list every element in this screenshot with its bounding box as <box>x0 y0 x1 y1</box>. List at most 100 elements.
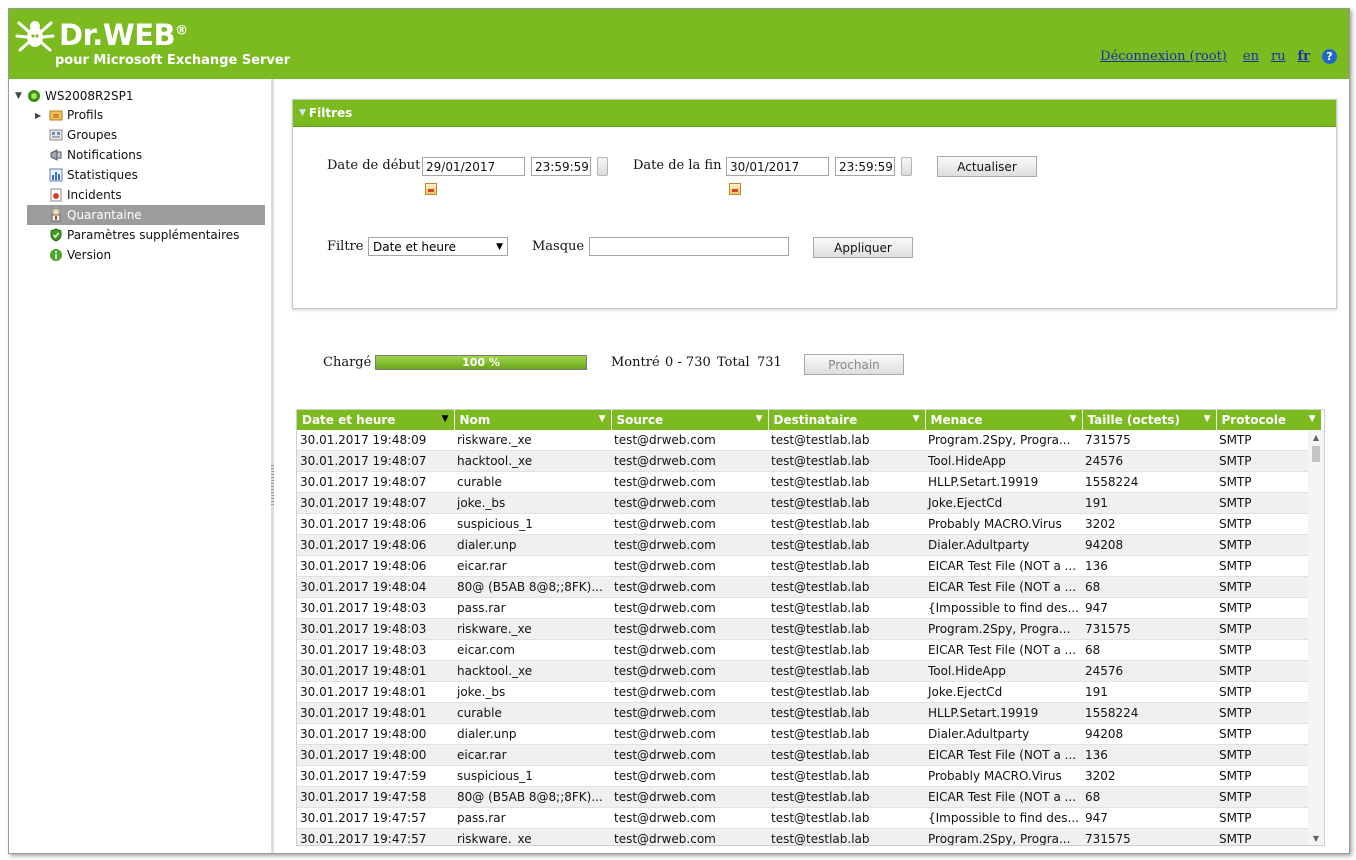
cell-recipient: test@testlab.lab <box>768 744 925 766</box>
sort-arrow-icon[interactable]: ▼ <box>442 414 449 424</box>
table-row[interactable]: 30.01.2017 19:47:58 80@ (B5AB 8@8;;8FK)..… <box>297 786 1321 808</box>
mask-input[interactable] <box>589 237 789 256</box>
scroll-up-icon[interactable]: ▲ <box>1308 430 1324 444</box>
cell-recipient: test@testlab.lab <box>768 450 925 472</box>
cell-threat: HLLP.Setart.19919 <box>925 702 1082 724</box>
cell-source: test@drweb.com <box>611 660 768 682</box>
column-header-source[interactable]: Source ▼ <box>611 410 769 430</box>
cell-source: test@drweb.com <box>611 723 768 745</box>
collapse-arrow-icon[interactable]: ▼ <box>299 108 306 118</box>
dropdown-arrow-icon: ▼ <box>496 241 503 252</box>
table-row[interactable]: 30.01.2017 19:48:07 joke._bs test@drweb.co… <box>297 492 1321 514</box>
table-row[interactable]: 30.01.2017 19:48:07 hacktool._xe test@drwe… <box>297 450 1321 472</box>
sort-arrow-icon[interactable]: ▼ <box>599 414 606 424</box>
header-links: Déconnexion (root) en ru fr ? <box>1088 49 1337 64</box>
table-row[interactable]: 30.01.2017 19:48:09 riskware._xe test@drwe… <box>297 430 1321 451</box>
sidebar-item-incidents[interactable]: Incidents <box>27 185 265 205</box>
cell-name: 80@ (B5AB 8@8;;8FK)... <box>454 576 611 598</box>
next-button[interactable]: Prochain <box>804 354 904 375</box>
filter-select[interactable]: Date et heure ▼ <box>368 237 508 256</box>
sidebar-item-groupes[interactable]: Groupes <box>27 125 265 145</box>
column-header-name[interactable]: Nom ▼ <box>454 410 612 430</box>
logout-link[interactable]: Déconnexion (root) <box>1100 49 1227 64</box>
sidebar-item-version[interactable]: Version <box>27 245 265 265</box>
sort-arrow-icon[interactable]: ▼ <box>1070 414 1077 424</box>
table-row[interactable]: 30.01.2017 19:48:01 hacktool._xe test@drwe… <box>297 660 1321 682</box>
help-icon[interactable]: ? <box>1322 49 1337 64</box>
table-row[interactable]: 30.01.2017 19:48:04 80@ (B5AB 8@8;;8FK)..… <box>297 576 1321 598</box>
cell-recipient: test@testlab.lab <box>768 723 925 745</box>
column-header-size[interactable]: Taille (octets) ▼ <box>1082 410 1217 430</box>
column-header-protocol[interactable]: Protocole ▼ <box>1216 410 1322 430</box>
cell-source: test@drweb.com <box>611 576 768 598</box>
filters-header[interactable]: ▼ Filtres <box>293 100 1336 127</box>
column-header-recipient[interactable]: Destinataire ▼ <box>768 410 926 430</box>
cell-size: 68 <box>1082 576 1216 598</box>
cell-name: riskware._xe <box>454 430 611 451</box>
table-row[interactable]: 30.01.2017 19:48:06 eicar.rar test@drweb.c… <box>297 555 1321 577</box>
end-calendar-icon[interactable] <box>729 183 741 195</box>
vertical-scrollbar[interactable]: ▲ ▼ <box>1308 430 1324 845</box>
start-calendar-icon[interactable] <box>425 183 437 195</box>
sidebar-item-notifications[interactable]: Notifications <box>27 145 265 165</box>
column-header-threat[interactable]: Menace ▼ <box>925 410 1083 430</box>
table-row[interactable]: 30.01.2017 19:47:57 pass.rar test@drweb.co… <box>297 807 1321 829</box>
cell-source: test@drweb.com <box>611 555 768 577</box>
start-time-field[interactable]: 23:59:59 <box>531 157 591 176</box>
cell-threat: {Impossible to find des... <box>925 597 1082 619</box>
sidebar-item-statistiques[interactable]: Statistiques <box>27 165 265 185</box>
cell-source: test@drweb.com <box>611 744 768 766</box>
table-row[interactable]: 30.01.2017 19:48:01 joke._bs test@drweb.co… <box>297 681 1321 703</box>
cell-date: 30.01.2017 19:48:07 <box>297 450 454 472</box>
sort-arrow-icon[interactable]: ▼ <box>1204 414 1211 424</box>
column-header-date[interactable]: Date et heure ▼ <box>297 410 455 430</box>
table-row[interactable]: 30.01.2017 19:48:03 pass.rar test@drweb.co… <box>297 597 1321 619</box>
load-progress-bar: 100 % <box>375 355 587 370</box>
cell-recipient: test@testlab.lab <box>768 660 925 682</box>
lang-fr-link[interactable]: fr <box>1298 49 1310 64</box>
end-date-field[interactable]: 30/01/2017 <box>726 157 829 176</box>
apply-button[interactable]: Appliquer <box>813 237 913 258</box>
sort-arrow-icon[interactable]: ▼ <box>913 414 920 424</box>
table-row[interactable]: 30.01.2017 19:48:00 eicar.rar test@drweb.c… <box>297 744 1321 766</box>
cell-protocol: SMTP <box>1216 744 1321 766</box>
sort-arrow-icon[interactable]: ▼ <box>1309 414 1316 424</box>
table-row[interactable]: 30.01.2017 19:48:00 dialer.unp test@drweb.… <box>297 723 1321 745</box>
end-date-label: Date de la fin <box>633 158 722 173</box>
sidebar-item-profils[interactable]: ▶ Profils <box>27 105 265 125</box>
table-row[interactable]: 30.01.2017 19:48:03 eicar.com test@drweb.c… <box>297 639 1321 661</box>
cell-threat: Program.2Spy, Progra... <box>925 618 1082 640</box>
collapse-toggle-icon[interactable]: ▼ <box>15 91 27 101</box>
start-date-label: Date de début <box>327 158 421 173</box>
sidebar-item-quarantaine[interactable]: Quarantaine <box>27 205 265 225</box>
sort-arrow-icon[interactable]: ▼ <box>756 414 763 424</box>
lang-en-link[interactable]: en <box>1243 49 1259 64</box>
cell-source: test@drweb.com <box>611 639 768 661</box>
table-row[interactable]: 30.01.2017 19:48:06 suspicious_1 test@drwe… <box>297 513 1321 535</box>
refresh-button[interactable]: Actualiser <box>937 156 1037 177</box>
shield-icon <box>49 228 63 242</box>
tree-root-server[interactable]: ▼ WS2008R2SP1 <box>15 87 133 105</box>
cell-source: test@drweb.com <box>611 681 768 703</box>
end-time-field[interactable]: 23:59:59 <box>835 157 895 176</box>
scroll-thumb[interactable] <box>1312 446 1320 462</box>
table-row[interactable]: 30.01.2017 19:48:01 curable test@drweb.com… <box>297 702 1321 724</box>
cell-date: 30.01.2017 19:48:06 <box>297 513 454 535</box>
sidebar-item-parametres[interactable]: Paramètres supplémentaires <box>27 225 265 245</box>
cell-threat: EICAR Test File (NOT a ... <box>925 555 1082 577</box>
cell-threat: Probably MACRO.Virus <box>925 765 1082 787</box>
end-time-spinner[interactable] <box>901 157 912 176</box>
start-date-field[interactable]: 29/01/2017 <box>422 157 525 176</box>
start-time-spinner[interactable] <box>597 157 608 176</box>
table-row[interactable]: 30.01.2017 19:48:06 dialer.unp test@drweb.… <box>297 534 1321 556</box>
expand-arrow-icon[interactable]: ▶ <box>35 111 41 120</box>
table-row[interactable]: 30.01.2017 19:47:59 suspicious_1 test@drwe… <box>297 765 1321 787</box>
lang-ru-link[interactable]: ru <box>1271 49 1286 64</box>
loaded-label: Chargé <box>323 355 372 370</box>
table-row[interactable]: 30.01.2017 19:47:57 riskware._xe test@drwe… <box>297 828 1321 845</box>
info-icon <box>49 248 63 262</box>
scroll-down-icon[interactable]: ▼ <box>1308 831 1324 845</box>
table-row[interactable]: 30.01.2017 19:48:03 riskware._xe test@drwe… <box>297 618 1321 640</box>
table-row[interactable]: 30.01.2017 19:48:07 curable test@drweb.com… <box>297 471 1321 493</box>
cell-recipient: test@testlab.lab <box>768 828 925 845</box>
